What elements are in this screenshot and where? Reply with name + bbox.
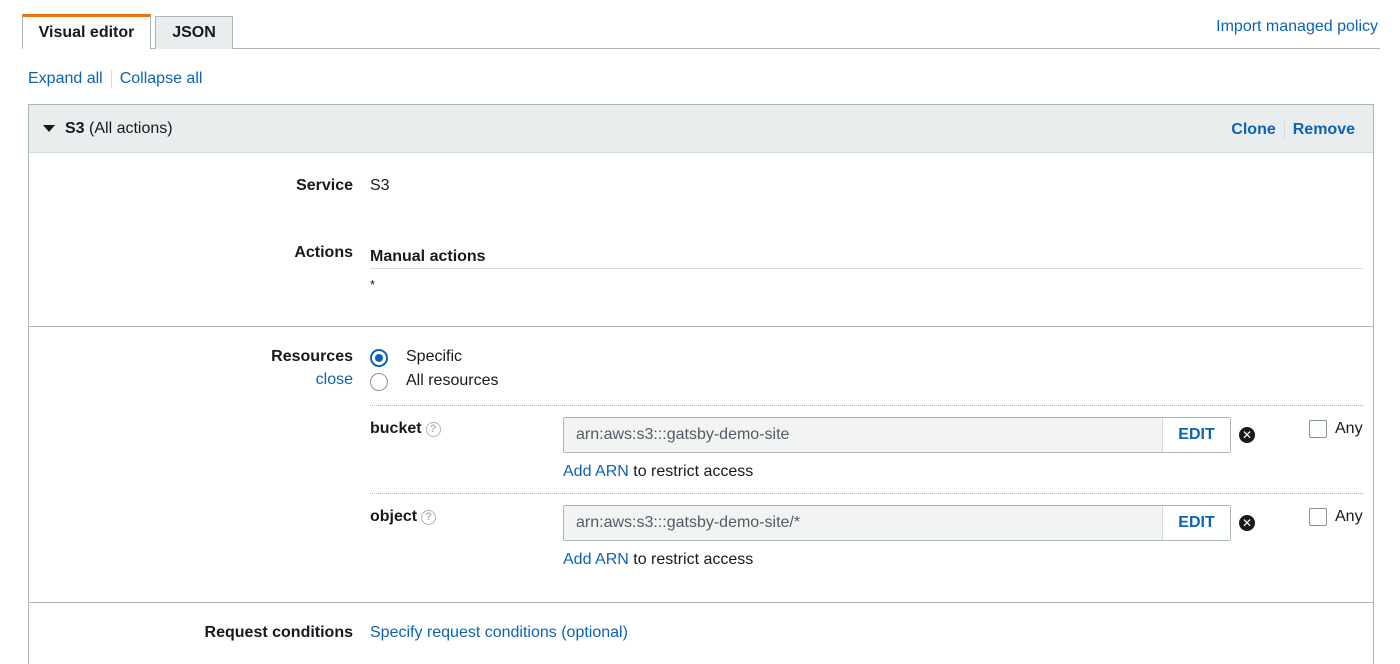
- statement-header[interactable]: S3 (All actions) Clone Remove: [29, 105, 1373, 153]
- clone-button[interactable]: Clone: [1231, 121, 1275, 139]
- caret-down-icon[interactable]: [43, 125, 55, 132]
- actions-label: Actions: [294, 244, 353, 261]
- close-resources-link[interactable]: close: [316, 371, 353, 389]
- import-managed-policy-link[interactable]: Import managed policy: [1216, 18, 1378, 36]
- radio-specific[interactable]: [370, 349, 388, 367]
- remove-button[interactable]: Remove: [1293, 121, 1355, 139]
- section-divider: [29, 602, 1373, 603]
- resource-type-name: bucket: [370, 420, 422, 437]
- tab-visual-editor[interactable]: Visual editor: [22, 14, 151, 49]
- divider: [370, 405, 1363, 406]
- remove-circle-icon[interactable]: ✕: [1239, 427, 1255, 443]
- service-short-name: S3: [65, 119, 85, 137]
- statement-title: S3 (All actions): [65, 120, 173, 138]
- specify-request-conditions-link[interactable]: Specify request conditions (optional): [370, 624, 628, 642]
- service-label: Service: [296, 177, 353, 194]
- restrict-access-text: to restrict access: [633, 463, 754, 480]
- editor-tabs: Visual editor JSON: [22, 14, 1380, 49]
- service-value[interactable]: S3: [370, 177, 390, 195]
- resource-type-name: object: [370, 508, 418, 525]
- statement-actions: Clone Remove: [1231, 121, 1355, 139]
- expand-all-link[interactable]: Expand all: [28, 70, 103, 88]
- manual-actions-heading: Manual actions: [370, 248, 486, 265]
- radio-all-resources[interactable]: [370, 373, 388, 391]
- bucket-any-label: Any: [1335, 420, 1363, 437]
- tab-json[interactable]: JSON: [155, 16, 233, 49]
- divider: [110, 70, 112, 88]
- object-add-arn-link[interactable]: Add ARN: [563, 551, 629, 568]
- divider: [370, 493, 1363, 494]
- section-divider: [29, 326, 1373, 327]
- object-any-checkbox[interactable]: [1309, 508, 1327, 526]
- bucket-arn-field: arn:aws:s3:::gatsby-demo-site EDIT: [563, 417, 1231, 453]
- resources-label: Resources: [271, 348, 353, 365]
- restrict-access-text: to restrict access: [633, 551, 754, 568]
- bucket-any-checkbox[interactable]: [1309, 420, 1327, 438]
- request-conditions-label: Request conditions: [204, 624, 353, 641]
- collapse-all-link[interactable]: Collapse all: [120, 70, 203, 88]
- bucket-add-arn-link[interactable]: Add ARN: [563, 463, 629, 480]
- resource-type-object: object?: [370, 508, 437, 526]
- object-arn-field: arn:aws:s3:::gatsby-demo-site/* EDIT: [563, 505, 1231, 541]
- help-icon[interactable]: ?: [425, 422, 441, 437]
- radio-all-resources-label: All resources: [406, 372, 499, 389]
- actions-value[interactable]: *: [370, 277, 375, 292]
- object-any-label: Any: [1335, 508, 1363, 525]
- statement-panel: S3 (All actions) Clone Remove Service S3…: [28, 104, 1374, 664]
- object-arn-value[interactable]: arn:aws:s3:::gatsby-demo-site/*: [564, 514, 1162, 532]
- object-add-arn-row: Add ARN to restrict access: [563, 551, 753, 569]
- radio-specific-label: Specific: [406, 348, 463, 365]
- bucket-arn-value[interactable]: arn:aws:s3:::gatsby-demo-site: [564, 426, 1162, 444]
- help-icon[interactable]: ?: [421, 510, 437, 525]
- resource-type-bucket: bucket?: [370, 420, 441, 438]
- remove-circle-icon[interactable]: ✕: [1239, 515, 1255, 531]
- edit-bucket-arn-button[interactable]: EDIT: [1162, 418, 1230, 452]
- divider: [1283, 121, 1285, 139]
- edit-object-arn-button[interactable]: EDIT: [1162, 506, 1230, 540]
- expand-collapse-controls: Expand all Collapse all: [28, 70, 202, 88]
- divider: [370, 268, 1363, 269]
- actions-summary: (All actions): [89, 119, 173, 137]
- bucket-add-arn-row: Add ARN to restrict access: [563, 463, 753, 481]
